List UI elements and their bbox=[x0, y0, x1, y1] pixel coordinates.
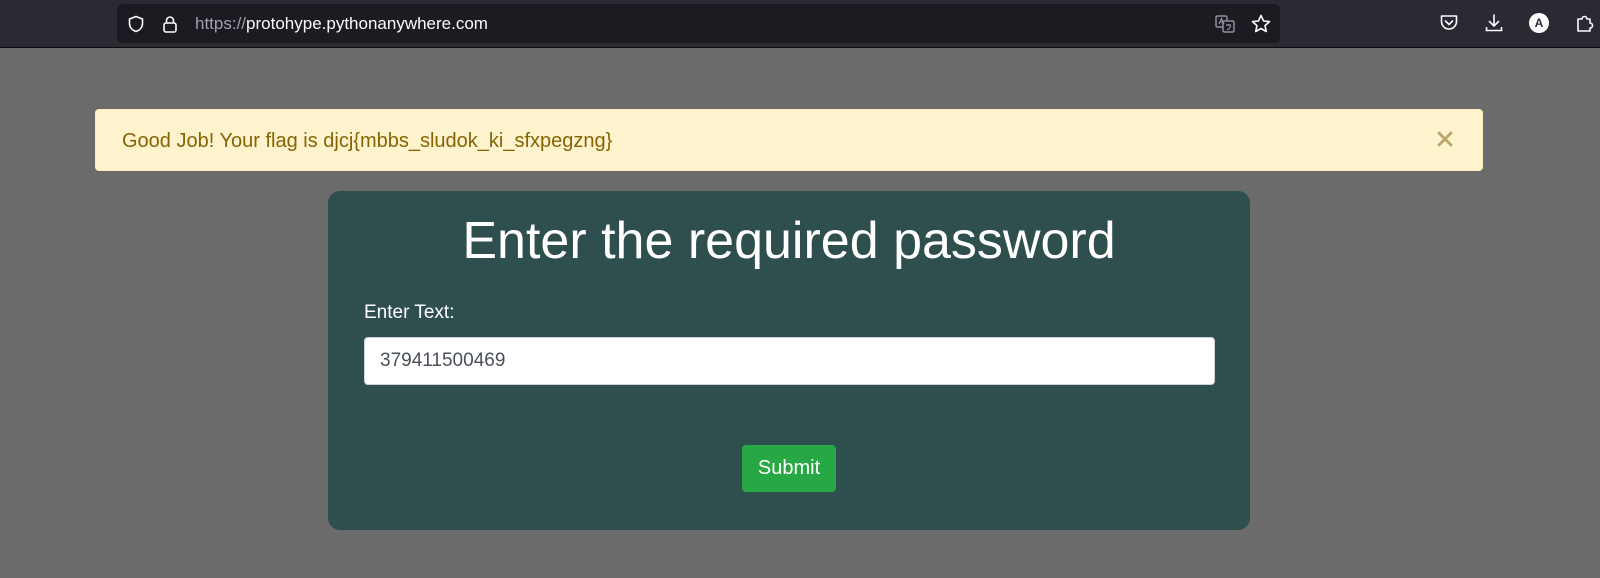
submit-button[interactable]: Submit bbox=[742, 445, 836, 492]
browser-toolbar: https://protohype.pythonanywhere.com A bbox=[0, 0, 1600, 48]
shield-icon[interactable] bbox=[127, 15, 145, 33]
download-icon[interactable] bbox=[1483, 12, 1505, 34]
page-title: Enter the required password bbox=[462, 212, 1116, 270]
success-alert: Good Job! Your flag is djcj{mbbs_sludok_… bbox=[95, 109, 1483, 171]
url-host: protohype.pythonanywhere.com bbox=[246, 14, 488, 33]
address-bar[interactable]: https://protohype.pythonanywhere.com bbox=[117, 4, 1280, 43]
alert-message: Good Job! Your flag is djcj{mbbs_sludok_… bbox=[122, 130, 613, 152]
close-icon[interactable] bbox=[1434, 128, 1456, 150]
bookmark-star-icon[interactable] bbox=[1250, 13, 1272, 35]
url-text[interactable]: https://protohype.pythonanywhere.com bbox=[195, 14, 488, 34]
lock-icon[interactable] bbox=[161, 15, 179, 33]
account-avatar[interactable]: A bbox=[1529, 13, 1549, 33]
extensions-icon[interactable] bbox=[1574, 12, 1596, 34]
pocket-icon[interactable] bbox=[1438, 12, 1460, 34]
password-form-card: Enter the required password Enter Text: … bbox=[328, 191, 1250, 530]
translate-icon[interactable] bbox=[1214, 13, 1236, 35]
password-input[interactable] bbox=[364, 337, 1215, 385]
url-scheme: https:// bbox=[195, 14, 247, 33]
input-label: Enter Text: bbox=[364, 302, 455, 323]
